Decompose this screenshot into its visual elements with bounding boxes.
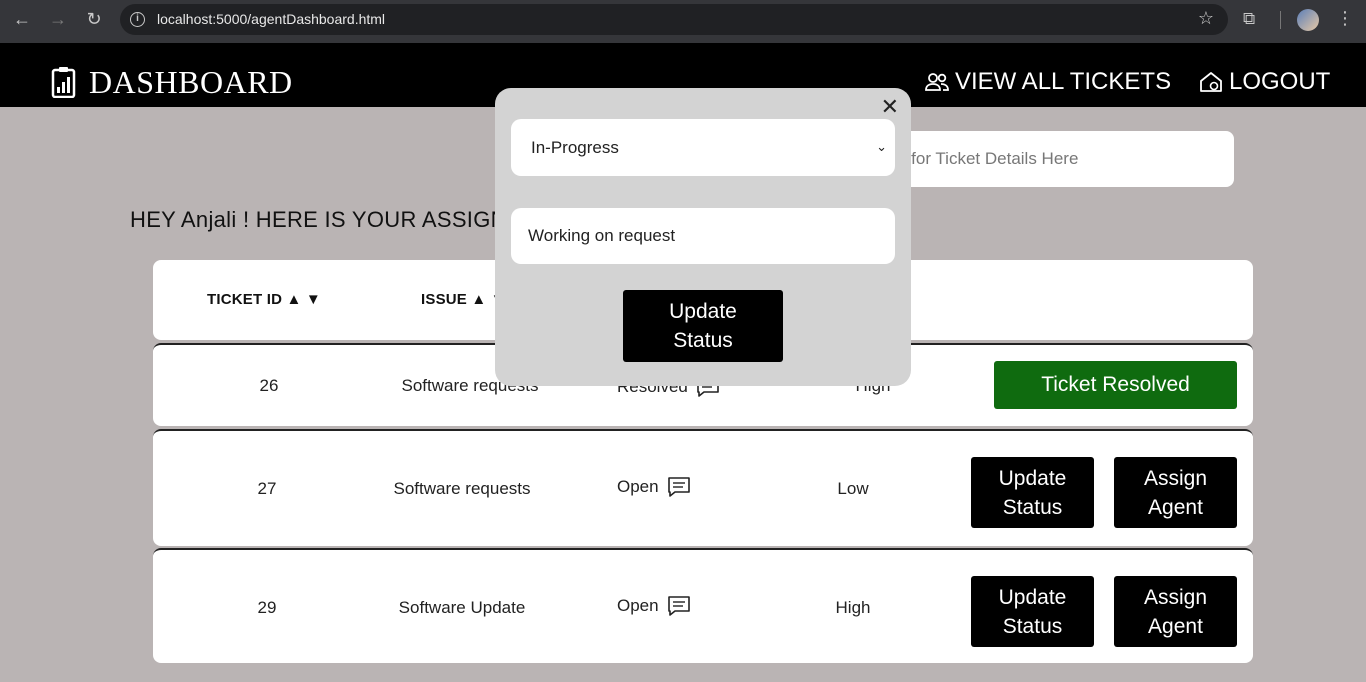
url-text[interactable]: localhost:5000/agentDashboard.html xyxy=(157,11,385,27)
comment-input[interactable]: Working on request xyxy=(511,208,895,264)
status-select-value: In-Progress xyxy=(531,137,619,157)
address-bar[interactable]: i localhost:5000/agentDashboard.html ☆ xyxy=(120,4,1228,35)
ticket-search-input[interactable] xyxy=(880,131,1234,187)
home-logout-icon xyxy=(1200,72,1222,92)
forward-arrow-icon[interactable]: → xyxy=(44,8,72,30)
update-status-label-line1: Update xyxy=(998,585,1067,609)
brand-title: DASHBOARD xyxy=(89,64,293,100)
bookmark-star-icon[interactable]: ☆ xyxy=(1198,8,1214,29)
issue-cell: Software requests xyxy=(393,479,531,498)
priority-cell: High xyxy=(835,598,871,617)
status-text: Open xyxy=(617,596,659,615)
comment-icon[interactable] xyxy=(667,476,691,498)
ticket-id-cell: 26 xyxy=(259,376,279,395)
ticket-resolved-button[interactable]: Ticket Resolved xyxy=(994,361,1237,409)
ticket-id-cell: 27 xyxy=(257,479,277,498)
update-status-button[interactable]: Update Status xyxy=(971,457,1094,528)
back-arrow-icon[interactable]: ← xyxy=(8,8,36,30)
update-status-label-line2: Status xyxy=(1002,614,1063,638)
profile-avatar[interactable] xyxy=(1297,9,1319,31)
assign-agent-label-line1: Assign xyxy=(1143,466,1208,490)
status-text: Open xyxy=(617,477,659,496)
assign-agent-label-line2: Agent xyxy=(1148,495,1203,519)
table-row: 27 Software requests Open Low Update Sta… xyxy=(153,429,1253,546)
status-select[interactable]: In-Progress ⌄ xyxy=(511,119,895,176)
logout-label[interactable]: LOGOUT xyxy=(1229,68,1330,96)
comment-icon[interactable] xyxy=(667,595,691,617)
status-cell: Open xyxy=(617,595,691,617)
submit-update-status-button[interactable]: Update Status xyxy=(623,290,783,362)
column-issue[interactable]: ISSUE ▲ ▼ xyxy=(421,291,506,308)
clipboard-chart-icon xyxy=(51,67,76,98)
browser-menu-icon[interactable]: ⋮ xyxy=(1336,8,1354,29)
issue-cell: Software Update xyxy=(398,598,526,617)
ticket-id-cell: 29 xyxy=(257,598,277,617)
assign-agent-label-line1: Assign xyxy=(1143,585,1208,609)
reload-icon[interactable]: ↻ xyxy=(80,8,108,30)
close-icon[interactable]: ✕ xyxy=(881,94,899,120)
update-status-label-line1: Update xyxy=(998,466,1067,490)
update-status-button[interactable]: Update Status xyxy=(971,576,1094,647)
update-status-modal: ✕ In-Progress ⌄ Working on request Updat… xyxy=(495,88,911,386)
extensions-icon[interactable]: ⧉ xyxy=(1243,9,1255,29)
browser-toolbar: ← → ↻ i localhost:5000/agentDashboard.ht… xyxy=(0,0,1366,43)
logout-link[interactable]: LOGOUT xyxy=(1199,68,1330,96)
priority-cell: Low xyxy=(837,479,869,498)
submit-label-line1: Update xyxy=(669,300,737,323)
assign-agent-button[interactable]: Assign Agent xyxy=(1114,576,1237,647)
assign-agent-label-line2: Agent xyxy=(1148,614,1203,638)
chevron-down-icon: ⌄ xyxy=(876,139,887,154)
column-ticket-id[interactable]: TICKET ID ▲ ▼ xyxy=(207,291,321,308)
toolbar-divider xyxy=(1280,11,1281,29)
comment-input-value: Working on request xyxy=(528,226,676,245)
update-status-label-line2: Status xyxy=(1002,495,1063,519)
users-icon xyxy=(925,73,949,91)
submit-label-line2: Status xyxy=(673,329,733,352)
view-all-tickets-link[interactable]: VIEW ALL TICKETS xyxy=(925,68,1171,96)
table-row: 29 Software Update Open High Update Stat… xyxy=(153,548,1253,663)
greeting-heading: HEY Anjali ! HERE IS YOUR ASSIGNE xyxy=(130,207,522,232)
assign-agent-button[interactable]: Assign Agent xyxy=(1114,457,1237,528)
status-cell: Open xyxy=(617,476,691,498)
site-info-icon[interactable]: i xyxy=(130,12,145,27)
view-all-tickets-label[interactable]: VIEW ALL TICKETS xyxy=(955,68,1171,96)
